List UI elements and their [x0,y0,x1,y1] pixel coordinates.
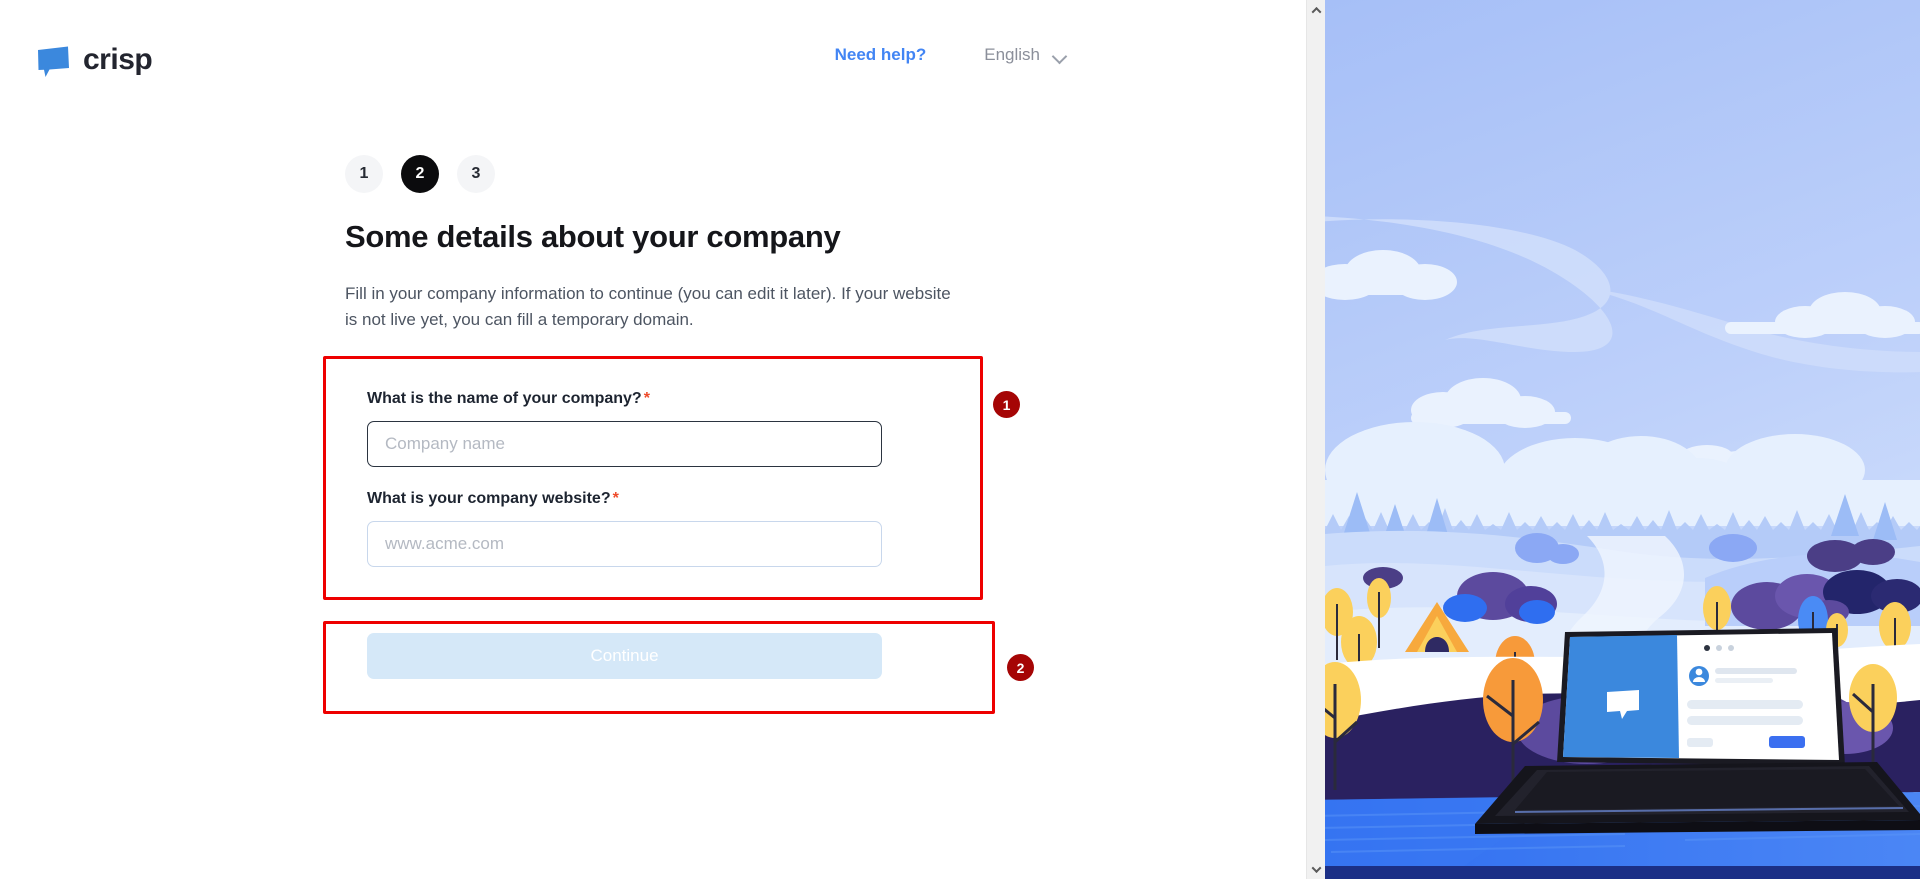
annotation-badge-1: 1 [993,391,1020,418]
vertical-scrollbar[interactable] [1306,0,1325,879]
step-indicator-3[interactable]: 3 [457,155,495,193]
step-indicator-1[interactable]: 1 [345,155,383,193]
step-indicator: 1 2 3 [345,155,985,193]
language-selector-label: English [984,45,1040,64]
top-bar: crisp Need help? English [0,0,1325,107]
required-asterisk: * [643,389,650,407]
onboarding-screen: crisp Need help? English 1 2 3 Some deta… [0,0,1920,879]
company-name-field: What is the name of your company? * [367,390,983,467]
onboarding-content: 1 2 3 Some details about your company Fi… [345,155,985,701]
continue-button-wrap: Continue [345,611,1005,701]
company-name-input[interactable] [367,420,882,467]
company-fields-group: What is the name of your company?* What … [345,368,1005,589]
step-indicator-2[interactable]: 2 [401,155,439,193]
top-bar-right: Need help? English [835,45,1067,65]
company-name-label: What is the name of your company? * [367,390,983,408]
language-selector[interactable]: English [984,45,1067,65]
company-name-label-text: What is the name of your company? [367,389,642,407]
required-asterisk: * [612,489,619,507]
form-pane: crisp Need help? English 1 2 3 Some deta… [0,0,1325,879]
chevron-down-icon [1053,51,1067,60]
winter-landscape-with-laptop-illustration [1325,0,1920,879]
crisp-logo-text: crisp [83,42,153,76]
continue-button[interactable]: Continue [367,632,882,679]
need-help-link[interactable]: Need help? [835,45,927,65]
annotation-badge-2: 2 [1007,654,1034,681]
chevron-down-icon[interactable] [1307,860,1325,878]
company-website-input[interactable] [367,520,882,567]
crisp-logo[interactable]: crisp [36,42,153,79]
company-website-field: What is your company website? * [367,490,983,567]
chevron-up-icon[interactable] [1307,1,1325,19]
speech-bubble-icon [36,44,71,79]
page-description: Fill in your company information to cont… [345,284,951,330]
company-website-label-text: What is your company website? [367,489,611,507]
page-title: Some details about your company [345,219,841,254]
company-website-label: What is your company website? * [367,490,983,508]
illustration-svg [1325,0,1920,879]
